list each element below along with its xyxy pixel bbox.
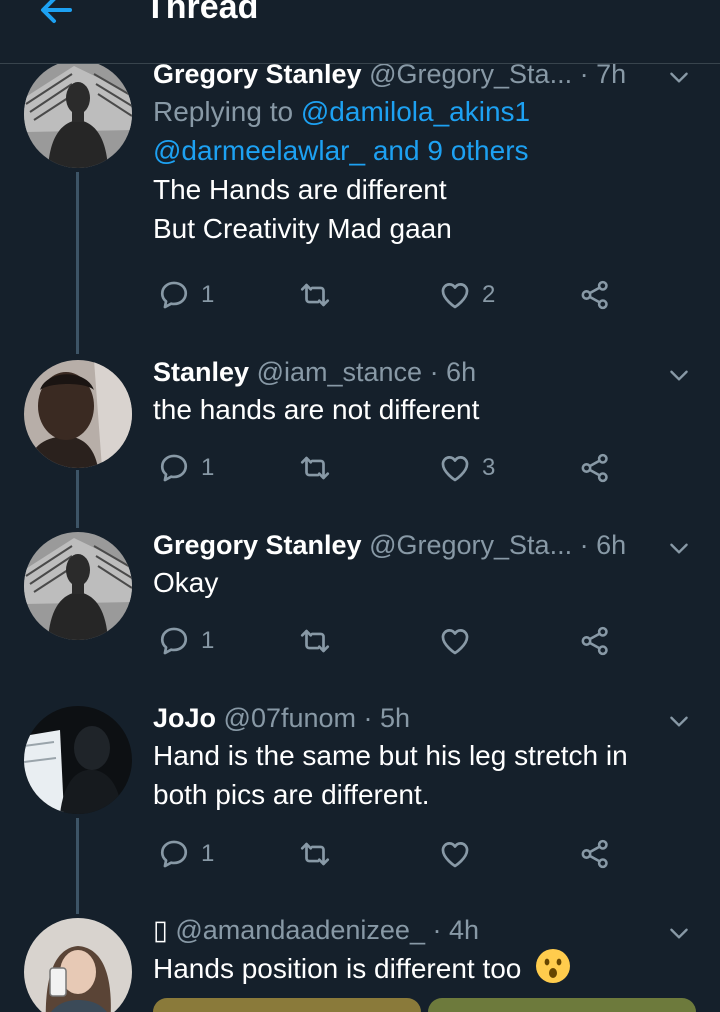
- share-button[interactable]: [578, 834, 612, 874]
- retweet-button[interactable]: [298, 275, 342, 315]
- timestamp[interactable]: · 6h: [580, 530, 627, 560]
- avatar[interactable]: [24, 360, 132, 468]
- user-handle[interactable]: @Gregory_Sta...: [369, 530, 572, 560]
- display-name[interactable]: Stanley: [153, 357, 249, 387]
- share-icon: [578, 278, 612, 312]
- retweet-icon: [298, 451, 332, 485]
- heart-icon: [438, 451, 472, 485]
- share-button[interactable]: [578, 621, 612, 661]
- tweet-text: Hand is the same but his leg stretch in: [153, 740, 628, 771]
- like-button[interactable]: [438, 834, 482, 874]
- avatar[interactable]: [24, 60, 132, 168]
- tweet-text: The Hands are different: [153, 174, 447, 205]
- comment-icon: [157, 837, 191, 871]
- replying-label: Replying to: [153, 96, 301, 127]
- avatar[interactable]: [24, 706, 132, 814]
- user-handle[interactable]: @07funom: [224, 703, 356, 733]
- display-name[interactable]: JoJo: [153, 703, 216, 733]
- tweet-text: Hands position is different too: [153, 953, 522, 984]
- mention-link[interactable]: @darmeelawlar_ and 9 others: [153, 135, 529, 166]
- retweet-icon: [298, 837, 332, 871]
- thread-connector: [76, 172, 79, 354]
- arrow-left-icon[interactable]: [36, 0, 76, 30]
- share-icon: [578, 837, 612, 871]
- heart-icon: [438, 837, 472, 871]
- tweet-header: Gregory Stanley @Gregory_Sta... · 6h: [153, 527, 692, 563]
- timestamp[interactable]: · 4h: [432, 915, 479, 945]
- media-preview[interactable]: [428, 998, 696, 1012]
- tweet-actions: 1: [153, 621, 633, 661]
- reply-count: 1: [201, 454, 215, 481]
- reply-button[interactable]: 1: [157, 834, 214, 874]
- reply-count: 1: [201, 281, 215, 308]
- comment-icon: [157, 451, 191, 485]
- reply-count: 1: [201, 627, 215, 654]
- share-button[interactable]: [578, 275, 612, 315]
- retweet-button[interactable]: [298, 448, 342, 488]
- reply-button[interactable]: 1: [157, 448, 214, 488]
- chevron-down-icon[interactable]: [666, 920, 692, 946]
- reply-button[interactable]: 1: [157, 275, 214, 315]
- like-button[interactable]: [438, 621, 482, 661]
- chevron-down-icon[interactable]: [666, 535, 692, 561]
- like-button[interactable]: 2: [438, 275, 495, 315]
- heart-icon: [438, 624, 472, 658]
- tweet-actions: 1 3: [153, 448, 633, 488]
- comment-icon: [157, 278, 191, 312]
- tweet-text: both pics are different.: [153, 779, 430, 810]
- avatar[interactable]: [24, 918, 132, 1012]
- reply-count: 1: [201, 840, 215, 867]
- tweet-text: Okay: [153, 567, 219, 598]
- retweet-button[interactable]: [298, 621, 342, 661]
- tweet-text: But Creativity Mad gaan: [153, 213, 452, 244]
- chevron-down-icon[interactable]: [666, 362, 692, 388]
- retweet-button[interactable]: [298, 834, 342, 874]
- mention-link[interactable]: @damilola_akins1: [301, 96, 530, 127]
- like-button[interactable]: 3: [438, 448, 495, 488]
- reply-button[interactable]: 1: [157, 621, 214, 661]
- share-button[interactable]: [578, 448, 612, 488]
- display-name[interactable]: ▯: [153, 915, 168, 945]
- top-bar: Thread: [0, 0, 720, 64]
- media-preview[interactable]: [153, 998, 421, 1012]
- user-handle[interactable]: @amandaadenizee_: [175, 915, 425, 945]
- timestamp[interactable]: · 5h: [364, 703, 411, 733]
- share-icon: [578, 624, 612, 658]
- tweet-header: JoJo @07funom · 5h: [153, 700, 692, 736]
- replying-to: Replying to @damilola_akins1: [153, 92, 692, 131]
- chevron-down-icon[interactable]: [666, 708, 692, 734]
- like-count: 3: [482, 454, 496, 481]
- chevron-down-icon[interactable]: [666, 64, 692, 90]
- heart-icon: [438, 278, 472, 312]
- display-name[interactable]: Gregory Stanley: [153, 530, 362, 560]
- tweet-text: the hands are not different: [153, 394, 480, 425]
- hushed-face-emoji: [536, 949, 571, 983]
- like-count: 2: [482, 281, 496, 308]
- timestamp[interactable]: · 6h: [430, 357, 477, 387]
- retweet-icon: [298, 278, 332, 312]
- share-icon: [578, 451, 612, 485]
- thread-connector: [76, 470, 79, 528]
- tweet-actions: 1 2: [153, 275, 633, 315]
- comment-icon: [157, 624, 191, 658]
- user-handle[interactable]: @iam_stance: [257, 357, 422, 387]
- avatar[interactable]: [24, 532, 132, 640]
- page-title: Thread: [145, 0, 259, 26]
- retweet-icon: [298, 624, 332, 658]
- tweet-header: Stanley @iam_stance · 6h: [153, 354, 692, 390]
- tweet-actions: 1: [153, 834, 633, 874]
- thread-connector: [76, 818, 79, 914]
- tweet-header: ▯ @amandaadenizee_ · 4h: [153, 912, 692, 948]
- tweet-text-row: Hands position is different too: [153, 948, 692, 988]
